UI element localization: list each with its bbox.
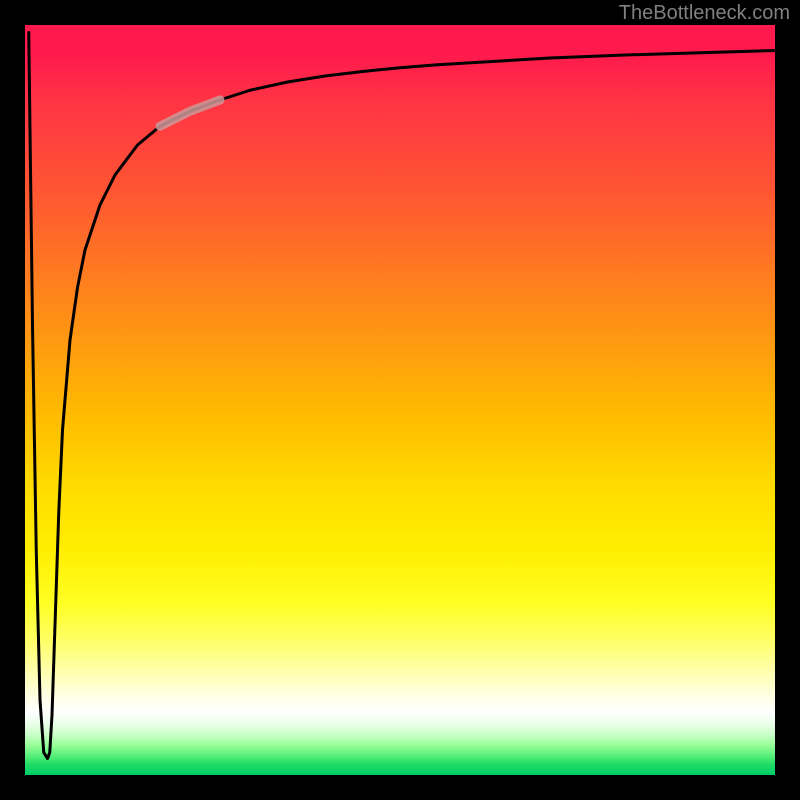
attribution-text: TheBottleneck.com	[619, 2, 790, 25]
chart-curve	[25, 25, 775, 775]
chart-plot-area	[25, 25, 775, 775]
